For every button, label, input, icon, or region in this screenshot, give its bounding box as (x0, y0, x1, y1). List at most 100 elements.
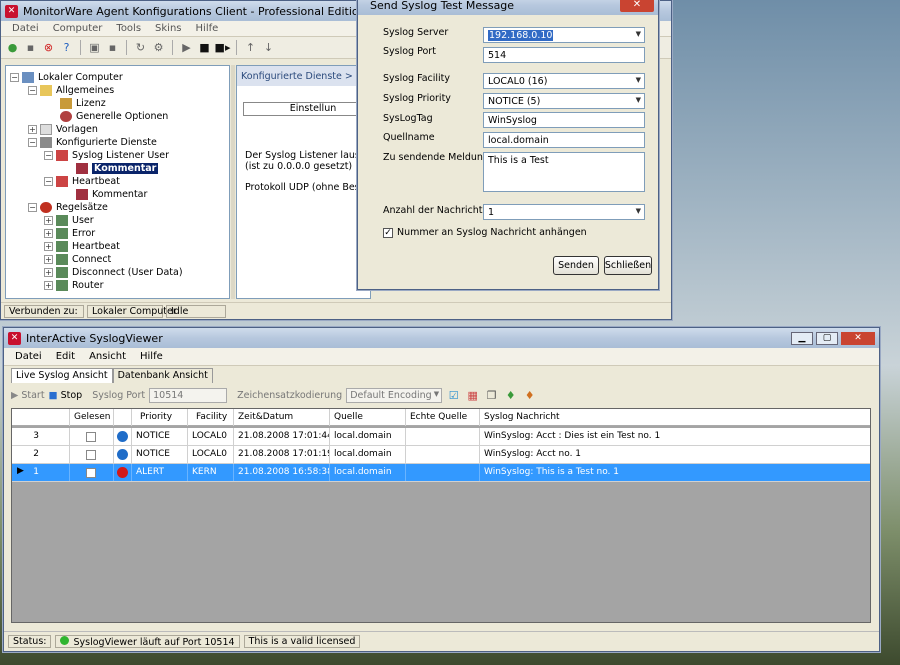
menu-skins[interactable]: Skins (148, 23, 188, 34)
close-button[interactable]: Schließen (604, 256, 652, 275)
dialog-titlebar[interactable]: Send Syslog Test Message ✕ (358, 0, 658, 15)
read-checkbox[interactable] (86, 450, 96, 460)
column-source[interactable]: Quelle (330, 409, 406, 426)
encoding-select[interactable]: Default Encoding ▼ (346, 387, 443, 403)
expand-icon[interactable]: + (44, 216, 53, 225)
tree-node-rule-connect[interactable]: + Connect (44, 253, 111, 266)
expand-icon[interactable]: + (44, 268, 53, 277)
tab-database-view[interactable]: Datenbank Ansicht (112, 368, 213, 383)
step-icon[interactable]: ■▸ (215, 40, 231, 55)
menu-tools[interactable]: Tools (109, 23, 148, 34)
collapse-icon[interactable]: − (28, 138, 37, 147)
options-icon[interactable]: ⚙ (151, 40, 166, 55)
stop-red-icon[interactable]: ⊗ (41, 40, 56, 55)
tree-node-rule-disconnect[interactable]: + Disconnect (User Data) (44, 266, 183, 279)
column-message[interactable]: Syslog Nachricht (480, 409, 870, 426)
move-up-icon[interactable]: ↑ (243, 40, 258, 55)
column-facility[interactable]: Facility (188, 409, 234, 426)
filter-green-icon[interactable]: ♦ (503, 388, 518, 403)
pane-splitter[interactable] (231, 65, 235, 299)
column-priority[interactable]: Priority (132, 409, 188, 426)
viewer-menu-ansicht[interactable]: Ansicht (82, 351, 133, 362)
expand-icon[interactable]: + (44, 281, 53, 290)
tree-node-rulesets[interactable]: − Regelsätze (28, 201, 108, 214)
tree-node-general-options[interactable]: Generelle Optionen (60, 110, 168, 123)
source-input[interactable]: local.domain (483, 132, 645, 148)
collapse-icon[interactable]: − (44, 177, 53, 186)
menu-computer[interactable]: Computer (46, 23, 110, 34)
tree-node-templates[interactable]: + Vorlagen (28, 123, 98, 136)
expand-icon[interactable]: + (44, 242, 53, 251)
maximize-icon[interactable]: ▢ (816, 331, 838, 345)
move-down-icon[interactable]: ↓ (261, 40, 276, 55)
close-icon[interactable]: ✕ (841, 331, 875, 345)
tag-input[interactable]: WinSyslog (483, 112, 645, 128)
grid-icon[interactable]: ▦ (465, 388, 480, 403)
tree-node-configured-services[interactable]: − Konfigurierte Dienste (28, 136, 157, 149)
tree-node-heartbeat-comment[interactable]: Kommentar (76, 188, 147, 201)
dialog-close-icon[interactable]: ✕ (620, 0, 654, 12)
tree-node-syslog-listener[interactable]: − Syslog Listener User (44, 149, 169, 162)
refresh-icon[interactable]: ↻ (133, 40, 148, 55)
read-checkbox[interactable] (86, 468, 96, 478)
collapse-icon[interactable]: − (28, 86, 37, 95)
stop-icon[interactable]: ■ (197, 40, 212, 55)
tab-settings[interactable]: Einstellun (243, 102, 370, 116)
message-textarea[interactable]: This is a Test (483, 152, 645, 192)
table-row[interactable]: 3 NOTICE LOCAL0 21.08.2008 17:01:44 loca… (12, 428, 870, 446)
filter-orange-icon[interactable]: ♦ (522, 388, 537, 403)
priority-icon-cell (114, 464, 132, 481)
save-icon[interactable]: ▪ (23, 40, 38, 55)
menu-datei[interactable]: Datei (5, 23, 46, 34)
tree-node-heartbeat[interactable]: − Heartbeat (44, 175, 120, 188)
copy-icon[interactable]: ❐ (484, 388, 499, 403)
read-mark-icon[interactable]: ☑ (446, 388, 461, 403)
menu-hilfe[interactable]: Hilfe (189, 23, 226, 34)
tree-node-rule-user[interactable]: + User (44, 214, 94, 227)
viewer-menu-datei[interactable]: Datei (8, 351, 49, 362)
tree-node-rule-error[interactable]: + Error (44, 227, 95, 240)
append-number-checkbox-row[interactable]: ✓ Nummer an Syslog Nachricht anhängen (383, 227, 587, 238)
viewer-menu-hilfe[interactable]: Hilfe (133, 351, 170, 362)
play-icon[interactable]: ▶ (179, 40, 194, 55)
apply-icon[interactable]: ● (5, 40, 20, 55)
column-real-source[interactable]: Echte Quelle (406, 409, 480, 426)
tree-node-license[interactable]: Lizenz (60, 97, 106, 110)
facility-select[interactable]: LOCAL0 (16) (483, 73, 645, 89)
server-select[interactable]: 192.168.0.10 (483, 27, 645, 43)
collapse-icon[interactable]: − (44, 151, 53, 160)
disabled-icon[interactable]: ▪ (105, 40, 120, 55)
tree-node-local-computer[interactable]: − Lokaler Computer (10, 71, 123, 84)
collapse-icon[interactable]: − (10, 73, 19, 82)
computer-icon[interactable]: ▣ (87, 40, 102, 55)
minimize-icon[interactable]: ▁ (791, 331, 813, 345)
facility-label: Syslog Facility (383, 73, 451, 84)
tree-node-comment-selected[interactable]: Kommentar (76, 162, 159, 175)
expand-icon[interactable]: + (44, 255, 53, 264)
column-read[interactable]: Gelesen (70, 409, 114, 426)
count-select[interactable]: 1 (483, 204, 645, 220)
table-row-selected[interactable]: 1 ▶ ALERT KERN 21.08.2008 16:58:38 local… (12, 464, 870, 482)
viewer-titlebar[interactable]: ✕ InterActive SyslogViewer ▁ ▢ ✕ (4, 328, 879, 348)
append-number-checkbox[interactable]: ✓ (383, 227, 393, 238)
read-checkbox[interactable] (86, 432, 96, 442)
info-icon (117, 449, 128, 460)
tree-node-general[interactable]: − Allgemeines (28, 84, 114, 97)
table-row[interactable]: 2 NOTICE LOCAL0 21.08.2008 17:01:19 loca… (12, 446, 870, 464)
column-datetime[interactable]: Zeit&Datum (234, 409, 330, 426)
tab-live-syslog[interactable]: Live Syslog Ansicht (11, 368, 113, 383)
priority-select[interactable]: NOTICE (5) (483, 93, 645, 109)
viewer-menu-edit[interactable]: Edit (49, 351, 82, 362)
stop-button[interactable]: ■ Stop (49, 390, 83, 401)
start-button[interactable]: ▶ Start (11, 390, 45, 401)
tree-node-rule-heartbeat[interactable]: + Heartbeat (44, 240, 120, 253)
expand-icon[interactable]: + (44, 229, 53, 238)
port-input[interactable]: 514 (483, 47, 645, 63)
help-icon[interactable]: ? (59, 40, 74, 55)
send-button[interactable]: Senden (553, 256, 599, 275)
syslog-port-input[interactable]: 10514 (149, 387, 228, 403)
settings-breadcrumb: Konfigurierte Dienste > Sysl (237, 66, 370, 86)
expand-icon[interactable]: + (28, 125, 37, 134)
collapse-icon[interactable]: − (28, 203, 37, 212)
tree-node-rule-router[interactable]: + Router (44, 279, 103, 292)
